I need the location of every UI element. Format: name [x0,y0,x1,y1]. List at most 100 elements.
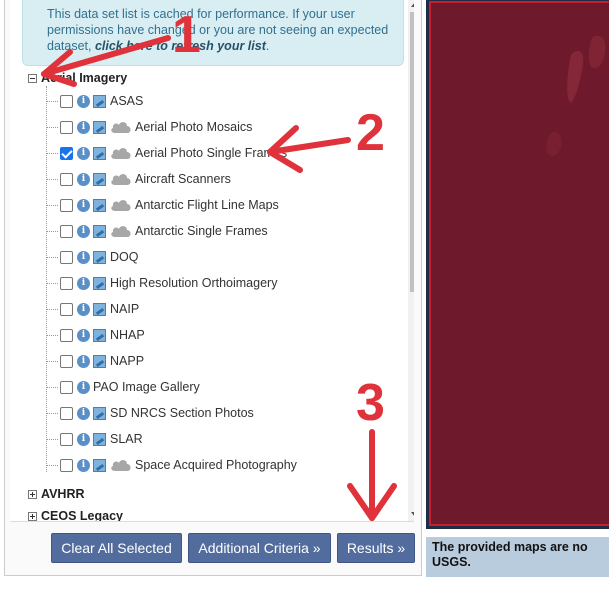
map-icon[interactable] [93,94,106,108]
map-icon[interactable] [93,276,106,290]
dataset-label: PAO Image Gallery [93,380,200,394]
dataset-label: High Resolution Orthoimagery [110,276,278,290]
map-icon[interactable] [93,302,106,316]
info-icon[interactable]: i [77,120,90,134]
dataset-row[interactable]: i ASAS [46,88,143,114]
dataset-checkbox[interactable] [60,328,73,342]
dataset-row[interactable]: i NAPP [46,348,144,374]
map-icon[interactable] [93,224,106,238]
map-icon[interactable] [93,198,106,212]
info-icon[interactable]: i [77,172,90,186]
expand-icon[interactable] [28,511,37,521]
map-terrain-shapes [546,35,606,157]
dataset-checkbox[interactable] [60,120,73,134]
scroll-up-arrow-icon[interactable] [411,2,414,7]
map-frame [426,0,609,529]
dataset-panel: This data set list is cached for perform… [0,0,422,602]
category-label: AVHRR [41,487,85,501]
dataset-label: Aircraft Scanners [135,172,231,186]
dataset-row[interactable]: i SD NRCS Section Photos [46,400,254,426]
map-canvas[interactable] [429,1,609,526]
info-icon[interactable]: i [77,224,90,238]
info-icon[interactable]: i [77,146,90,160]
dataset-checkbox[interactable] [60,458,73,472]
info-icon[interactable]: i [77,432,90,446]
dataset-checkbox[interactable] [60,198,73,212]
dataset-row[interactable]: i Aircraft Scanners [46,166,231,192]
dataset-row[interactable]: i High Resolution Orthoimagery [46,270,277,296]
dataset-list-scrollbar[interactable] [408,0,414,521]
category-label: Aerial Imagery [41,71,128,85]
dataset-row[interactable]: i Space Acquired Photography [46,452,297,478]
dataset-label: ASAS [110,94,144,108]
dataset-checkbox[interactable] [60,94,73,108]
dataset-tree: Aerial Imagery i ASAS i Aerial Photo Mosaic… [24,66,404,522]
dataset-row[interactable]: i Aerial Photo Single Frames [46,140,287,166]
dataset-checkbox[interactable] [60,302,73,316]
tree-connector [46,386,58,388]
map-disclaimer: The provided maps are no USGS. [426,537,609,577]
tree-connector [46,308,58,310]
additional-criteria-button[interactable]: Additional Criteria » [188,533,331,563]
dataset-row[interactable]: i Antarctic Single Frames [46,218,268,244]
dataset-row[interactable]: i Antarctic Flight Line Maps [46,192,279,218]
dataset-checkbox[interactable] [60,406,73,420]
info-icon[interactable]: i [77,250,90,264]
dataset-checkbox[interactable] [60,250,73,264]
dataset-checkbox[interactable] [60,432,73,446]
map-icon[interactable] [93,250,106,264]
info-icon[interactable]: i [77,328,90,342]
info-icon[interactable]: i [77,406,90,420]
dataset-list-scroll-area[interactable]: This data set list is cached for perform… [10,0,414,522]
cache-notice-suffix: . [265,39,270,53]
cloud-icon [110,458,132,472]
map-icon[interactable] [93,406,106,420]
dataset-checkbox[interactable] [60,276,73,290]
scroll-down-arrow-icon[interactable] [411,512,414,517]
map-icon[interactable] [93,354,106,368]
results-button[interactable]: Results » [337,533,415,563]
map-icon[interactable] [93,172,106,186]
info-icon[interactable]: i [77,380,90,394]
tree-connector [46,334,58,336]
dataset-label: Antarctic Flight Line Maps [135,198,279,212]
info-icon[interactable]: i [77,458,90,472]
dataset-checkbox[interactable] [60,354,73,368]
map-icon[interactable] [93,458,106,472]
map-icon[interactable] [93,146,106,160]
category-avhrr[interactable]: AVHRR [28,484,85,504]
dataset-checkbox[interactable] [60,224,73,238]
tree-connector [46,256,58,258]
cloud-icon [110,172,132,186]
map-icon[interactable] [93,432,106,446]
info-icon[interactable]: i [77,198,90,212]
dataset-checkbox[interactable] [60,380,73,394]
dataset-label: SLAR [110,432,143,446]
dataset-label: Space Acquired Photography [135,458,297,472]
refresh-list-link[interactable]: click here to refresh your list [95,39,266,53]
dataset-row[interactable]: i NAIP [46,296,139,322]
dataset-checkbox[interactable] [60,172,73,186]
clear-all-selected-button[interactable]: Clear All Selected [51,533,182,563]
dataset-row[interactable]: i NHAP [46,322,145,348]
dataset-row[interactable]: i DOQ [46,244,138,270]
tree-connector [46,152,58,154]
dataset-row[interactable]: i SLAR [46,426,143,452]
category-aerial-imagery[interactable]: Aerial Imagery [28,68,127,88]
category-ceos-legacy[interactable]: CEOS Legacy [28,506,123,522]
expand-icon[interactable] [28,489,37,499]
category-label: CEOS Legacy [41,509,123,522]
dataset-checkbox[interactable] [60,146,73,160]
collapse-icon[interactable] [28,73,37,83]
map-icon[interactable] [93,328,106,342]
info-icon[interactable]: i [77,94,90,108]
map-panel: The provided maps are no USGS. [422,0,609,602]
cache-notice: This data set list is cached for perform… [22,0,404,66]
dataset-row[interactable]: i Aerial Photo Mosaics [46,114,252,140]
map-icon[interactable] [93,120,106,134]
scrollbar-thumb[interactable] [410,12,414,292]
info-icon[interactable]: i [77,354,90,368]
info-icon[interactable]: i [77,302,90,316]
dataset-row[interactable]: i PAO Image Gallery [46,374,200,400]
info-icon[interactable]: i [77,276,90,290]
